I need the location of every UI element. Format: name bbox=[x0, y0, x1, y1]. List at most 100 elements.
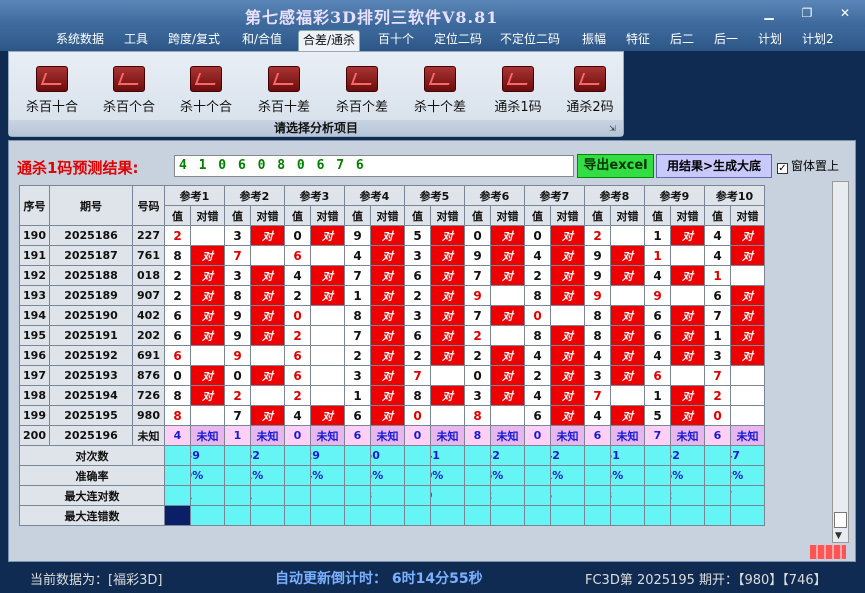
ribbon-button-4[interactable]: 杀百十差 bbox=[249, 66, 319, 116]
menu-7[interactable]: 定位二码 bbox=[430, 30, 486, 51]
menu-9[interactable]: 振幅 bbox=[578, 30, 610, 51]
checkbox-check-icon[interactable]: ✓ bbox=[777, 163, 788, 174]
table-row[interactable]: 191 2025187 761 8 对 7 6 4 对 3 对 9 对 4 对 9 对 1 4 对 bbox=[19, 245, 765, 266]
menu-3[interactable]: 跨度/复式 bbox=[164, 30, 224, 51]
ribbon-button-5[interactable]: 杀百个差 bbox=[327, 66, 397, 116]
result-cell: 对 bbox=[610, 265, 645, 286]
table-row[interactable]: 199 2025195 980 8 7 对 4 对 6 对 0 8 6 对 4 对 5 对 0 bbox=[19, 405, 765, 426]
minimize-icon[interactable]: ▁ bbox=[760, 5, 778, 21]
stats-pad bbox=[164, 485, 191, 506]
menu-13[interactable]: 计划 bbox=[754, 30, 786, 51]
stats-value: 12 bbox=[490, 485, 525, 506]
ribbon-button-7[interactable]: 通杀1码 bbox=[483, 66, 553, 116]
ribbon-button-2[interactable]: 杀百个合 bbox=[94, 66, 164, 116]
stats-pad bbox=[524, 485, 551, 506]
scroll-down-icon[interactable]: ▼ bbox=[835, 531, 842, 541]
value-cell: 4 bbox=[284, 265, 311, 286]
ribbon-button-label: 杀百个合 bbox=[102, 100, 155, 115]
result-cell: 对 bbox=[730, 305, 765, 326]
result-cell: 对 bbox=[550, 225, 585, 246]
menu-6[interactable]: 百十个 bbox=[374, 30, 418, 51]
chart-icon bbox=[268, 66, 300, 92]
ribbon-button-1[interactable]: 杀百十合 bbox=[17, 66, 87, 116]
stats-value: 4 bbox=[670, 505, 705, 526]
value-cell: 8 bbox=[224, 285, 251, 306]
stats-pad bbox=[704, 485, 731, 506]
header-code: 号码 bbox=[132, 185, 165, 226]
stats-value: 71% bbox=[550, 465, 585, 486]
ribbon-button-3[interactable]: 杀十个合 bbox=[171, 66, 241, 116]
row-code: 726 bbox=[132, 385, 165, 406]
stats-pad bbox=[344, 485, 371, 506]
result-cell: 对 bbox=[490, 385, 525, 406]
result-cell: 对 bbox=[670, 345, 705, 366]
stay-on-top-checkbox[interactable]: ✓ 窗体置上 bbox=[777, 157, 839, 174]
ribbon-button-8[interactable]: 通杀2码 bbox=[555, 66, 625, 116]
value-cell: 2 bbox=[404, 345, 431, 366]
generate-base-button[interactable]: 用结果>生成大底 bbox=[656, 154, 772, 178]
table-row[interactable]: 196 2025192 691 6 9 6 2 对 2 对 2 对 4 对 4 对 4 对 3 对 bbox=[19, 345, 765, 366]
table-row[interactable]: 194 2025190 402 6 对 9 对 0 8 对 3 对 7 对 0 8 对 6 对 7 对 bbox=[19, 305, 765, 326]
row-code: 876 bbox=[132, 365, 165, 386]
menu-10[interactable]: 特征 bbox=[622, 30, 654, 51]
row-seq: 190 bbox=[19, 225, 50, 246]
value-cell: 9 bbox=[224, 305, 251, 326]
value-cell: 1 bbox=[704, 265, 731, 286]
result-cell: 对 bbox=[310, 285, 345, 306]
scroll-thumb[interactable] bbox=[834, 512, 847, 528]
menu-4[interactable]: 和/合值 bbox=[238, 30, 286, 51]
menu-14[interactable]: 计划2 bbox=[798, 30, 838, 51]
stats-value: 81% bbox=[250, 465, 285, 486]
value-cell: 2 bbox=[164, 225, 191, 246]
stats-value: 141 bbox=[430, 445, 465, 466]
ribbon-button-label: 杀百十合 bbox=[25, 100, 78, 115]
value-cell: 9 bbox=[644, 285, 671, 306]
row-code: 691 bbox=[132, 345, 165, 366]
result-cell: 对 bbox=[490, 265, 525, 286]
row-code: 202 bbox=[132, 325, 165, 346]
value-cell: 3 bbox=[704, 345, 731, 366]
table-row[interactable]: 195 2025191 202 6 对 9 对 2 7 对 6 对 2 8 对 8 对 6 对 1 对 bbox=[19, 325, 765, 346]
value-cell: 2 bbox=[464, 325, 491, 346]
result-cell: 对 bbox=[730, 285, 765, 306]
table-row[interactable]: 198 2025194 726 8 对 2 2 1 对 8 对 3 对 4 对 7 1 对 2 bbox=[19, 385, 765, 406]
stats-value: 21 bbox=[190, 485, 225, 506]
menu-11[interactable]: 后二 bbox=[666, 30, 698, 51]
menu-5[interactable]: 合差/通杀 bbox=[298, 30, 361, 51]
table-row[interactable]: 197 2025193 876 0 对 0 对 6 3 对 7 0 对 2 对 3 对 6 7 bbox=[19, 365, 765, 386]
result-cell: 未知 bbox=[430, 425, 465, 446]
restore-icon[interactable]: ❐ bbox=[798, 5, 816, 21]
vertical-scrollbar[interactable]: ▼ bbox=[832, 181, 849, 543]
row-period: 2025191 bbox=[49, 325, 133, 346]
expand-icon[interactable]: ⇲ bbox=[609, 124, 619, 134]
value-cell: 8 bbox=[164, 245, 191, 266]
prediction-result-field[interactable]: 4 1 0 6 0 8 0 6 7 6 bbox=[174, 155, 574, 177]
chart-icon bbox=[574, 66, 606, 92]
table-row[interactable]: 193 2025189 907 2 对 8 对 2 对 1 对 2 对 9 8 对 9 9 6 对 bbox=[19, 285, 765, 306]
result-cell: 对 bbox=[430, 265, 465, 286]
stats-row: 准确率 69% 81% 64% 75% 70% 76% 71% 75% 76% 73% bbox=[19, 465, 765, 486]
menu-8[interactable]: 不定位二码 bbox=[496, 30, 564, 51]
stats-pad bbox=[644, 445, 671, 466]
export-excel-button[interactable]: 导出excel bbox=[577, 154, 654, 178]
menu-2[interactable]: 工具 bbox=[120, 30, 152, 51]
value-cell: 2 bbox=[224, 385, 251, 406]
table-row[interactable]: 200 2025196 未知 4 未知 1 未知 0 未知 6 未知 0 未知 8 未知 0 未知 6 未知 7 未知 6… bbox=[19, 425, 765, 446]
result-cell: 对 bbox=[610, 245, 645, 266]
table-row[interactable]: 190 2025186 227 2 3 对 0 对 9 对 5 对 0 对 0 对 2 1 对 4 对 bbox=[19, 225, 765, 246]
result-cell bbox=[610, 225, 645, 246]
result-cell: 对 bbox=[370, 405, 405, 426]
value-cell: 1 bbox=[644, 225, 671, 246]
menu-12[interactable]: 后一 bbox=[710, 30, 742, 51]
table-row[interactable]: 192 2025188 018 2 对 3 对 4 对 7 对 6 对 7 对 2 对 9 对 4 对 1 bbox=[19, 265, 765, 286]
header-ref: 参考7 bbox=[524, 185, 585, 206]
stay-on-top-label: 窗体置上 bbox=[791, 159, 840, 173]
ribbon-button-6[interactable]: 杀十个差 bbox=[405, 66, 475, 116]
value-cell: 7 bbox=[704, 305, 731, 326]
row-seq: 192 bbox=[19, 265, 50, 286]
close-icon[interactable]: ✕ bbox=[836, 5, 854, 21]
stats-pad bbox=[224, 505, 251, 526]
result-cell: 对 bbox=[550, 325, 585, 346]
value-cell: 2 bbox=[284, 285, 311, 306]
menu-1[interactable]: 系统数据 bbox=[52, 30, 108, 51]
